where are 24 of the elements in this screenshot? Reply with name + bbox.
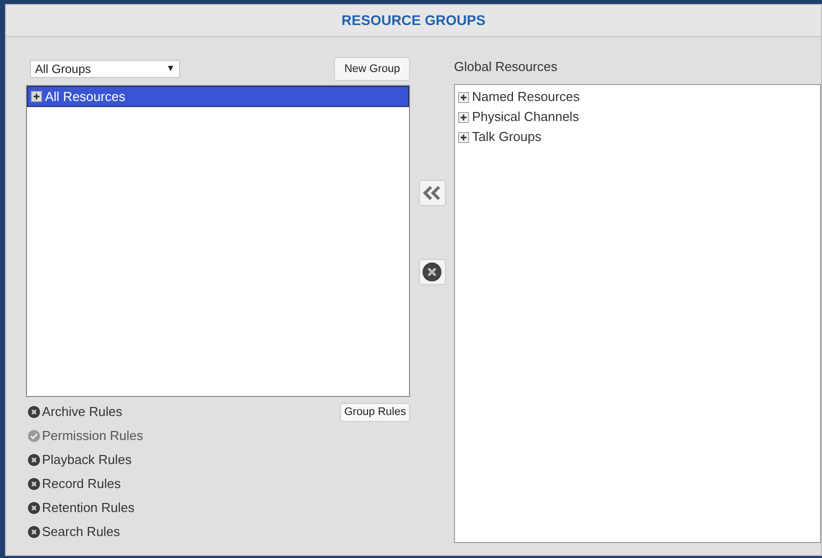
rule-label: Record Rules	[42, 475, 121, 494]
dropdown-arrow: ▼	[166, 62, 175, 76]
group-rules-button[interactable]: Group Rules	[340, 403, 410, 422]
plus-icon[interactable]	[458, 112, 469, 122]
plus-icon[interactable]	[458, 92, 469, 102]
close-icon	[422, 262, 442, 282]
page-title: RESOURCE GROUPS	[342, 11, 486, 30]
rule-label: Permission Rules	[42, 427, 144, 446]
tree-item[interactable]: Named Resources	[472, 87, 580, 107]
plus-icon[interactable]	[31, 91, 42, 102]
plus-icon[interactable]	[458, 132, 469, 142]
move-left-button[interactable]	[418, 180, 446, 206]
rule-label: Archive Rules	[42, 403, 122, 422]
tree-item[interactable]: Talk Groups	[472, 127, 542, 147]
double-chevron-left-icon	[423, 186, 441, 200]
remove-button[interactable]	[418, 259, 446, 285]
tree-item[interactable]: Physical Channels	[472, 107, 579, 127]
rule-label: Playback Rules	[42, 451, 132, 470]
tree-item[interactable]: All Resources	[27, 86, 409, 107]
panel-label: Global Resources	[454, 58, 558, 76]
group-dropdown[interactable]: All Groups ▼	[30, 60, 180, 78]
rule-label: Retention Rules	[42, 499, 134, 518]
rule-label: Search Rules	[42, 523, 120, 542]
new-group-button[interactable]: New Group	[334, 57, 410, 81]
